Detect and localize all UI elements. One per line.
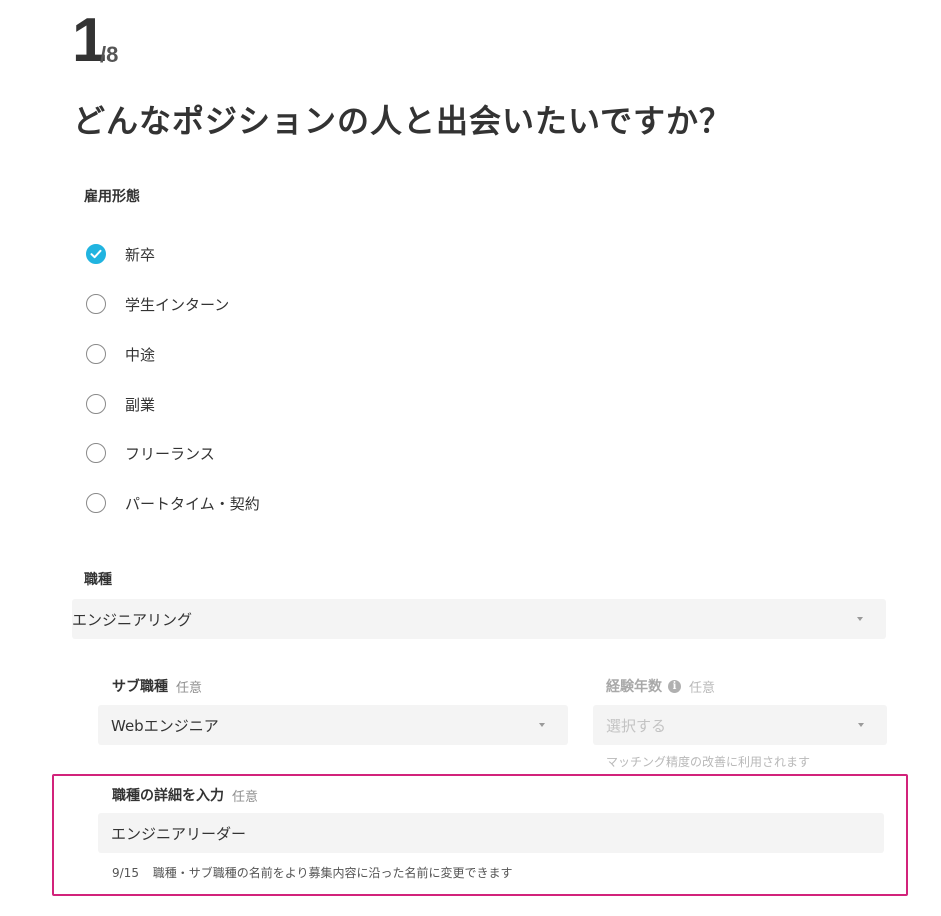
- radio-unchecked-icon[interactable]: [86, 344, 106, 364]
- radio-option-mid-career[interactable]: 中途: [86, 342, 155, 366]
- job-detail-input[interactable]: [111, 824, 871, 842]
- radio-option-side-job[interactable]: 副業: [86, 392, 155, 416]
- experience-years-label: 経験年数 i 任意: [606, 676, 715, 696]
- radio-option-new-graduate[interactable]: 新卒: [86, 242, 155, 266]
- job-type-value: エンジニアリング: [72, 610, 193, 629]
- radio-label: 中途: [125, 345, 156, 364]
- radio-label: フリーランス: [125, 444, 215, 463]
- optional-tag: 任意: [232, 789, 259, 805]
- radio-checked-icon[interactable]: [86, 244, 106, 264]
- job-type-select[interactable]: エンジニアリング: [72, 599, 886, 639]
- employment-type-label: 雇用形態: [84, 189, 140, 205]
- radio-option-part-time-contract[interactable]: パートタイム・契約: [86, 491, 260, 515]
- radio-option-freelance[interactable]: フリーランス: [86, 441, 215, 465]
- radio-label: パートタイム・契約: [125, 494, 260, 513]
- radio-unchecked-icon[interactable]: [86, 443, 106, 463]
- info-icon[interactable]: i: [668, 679, 681, 693]
- sub-job-type-value: Webエンジニア: [111, 716, 219, 735]
- experience-years-label-text: 経験年数: [606, 679, 662, 695]
- experience-years-placeholder: 選択する: [606, 716, 667, 735]
- job-detail-label: 職種の詳細を入力 任意: [112, 785, 258, 805]
- chevron-down-icon: [539, 723, 545, 727]
- radio-unchecked-icon[interactable]: [86, 394, 106, 414]
- radio-unchecked-icon[interactable]: [86, 493, 106, 513]
- step-total: /8: [100, 42, 119, 67]
- chevron-down-icon: [857, 617, 863, 621]
- job-detail-hint: 9/15 職種・サブ職種の名前をより募集内容に沿った名前に変更できます: [112, 864, 513, 881]
- radio-unchecked-icon[interactable]: [86, 294, 106, 314]
- job-type-label: 職種: [84, 572, 112, 588]
- radio-label: 学生インターン: [125, 295, 230, 314]
- job-detail-hint-text: 職種・サブ職種の名前をより募集内容に沿った名前に変更できます: [152, 866, 513, 880]
- check-icon: [90, 249, 102, 259]
- radio-label: 新卒: [125, 245, 156, 264]
- sub-job-type-label-text: サブ職種: [112, 679, 168, 695]
- optional-tag: 任意: [689, 680, 716, 696]
- sub-job-type-select[interactable]: Webエンジニア: [98, 705, 568, 745]
- optional-tag: 任意: [176, 680, 203, 696]
- radio-option-student-intern[interactable]: 学生インターン: [86, 292, 229, 316]
- experience-helper-text: マッチング精度の改善に利用されます: [606, 755, 811, 769]
- experience-years-select[interactable]: 選択する: [593, 705, 887, 745]
- sub-job-type-label: サブ職種 任意: [112, 676, 202, 696]
- page-title: どんなポジションの人と出会いたいですか？: [73, 102, 733, 140]
- radio-label: 副業: [125, 395, 156, 414]
- job-detail-field[interactable]: [98, 813, 884, 853]
- chevron-down-icon: [858, 723, 864, 727]
- job-detail-counter: 9/15: [112, 866, 139, 880]
- job-detail-label-text: 職種の詳細を入力: [112, 788, 224, 804]
